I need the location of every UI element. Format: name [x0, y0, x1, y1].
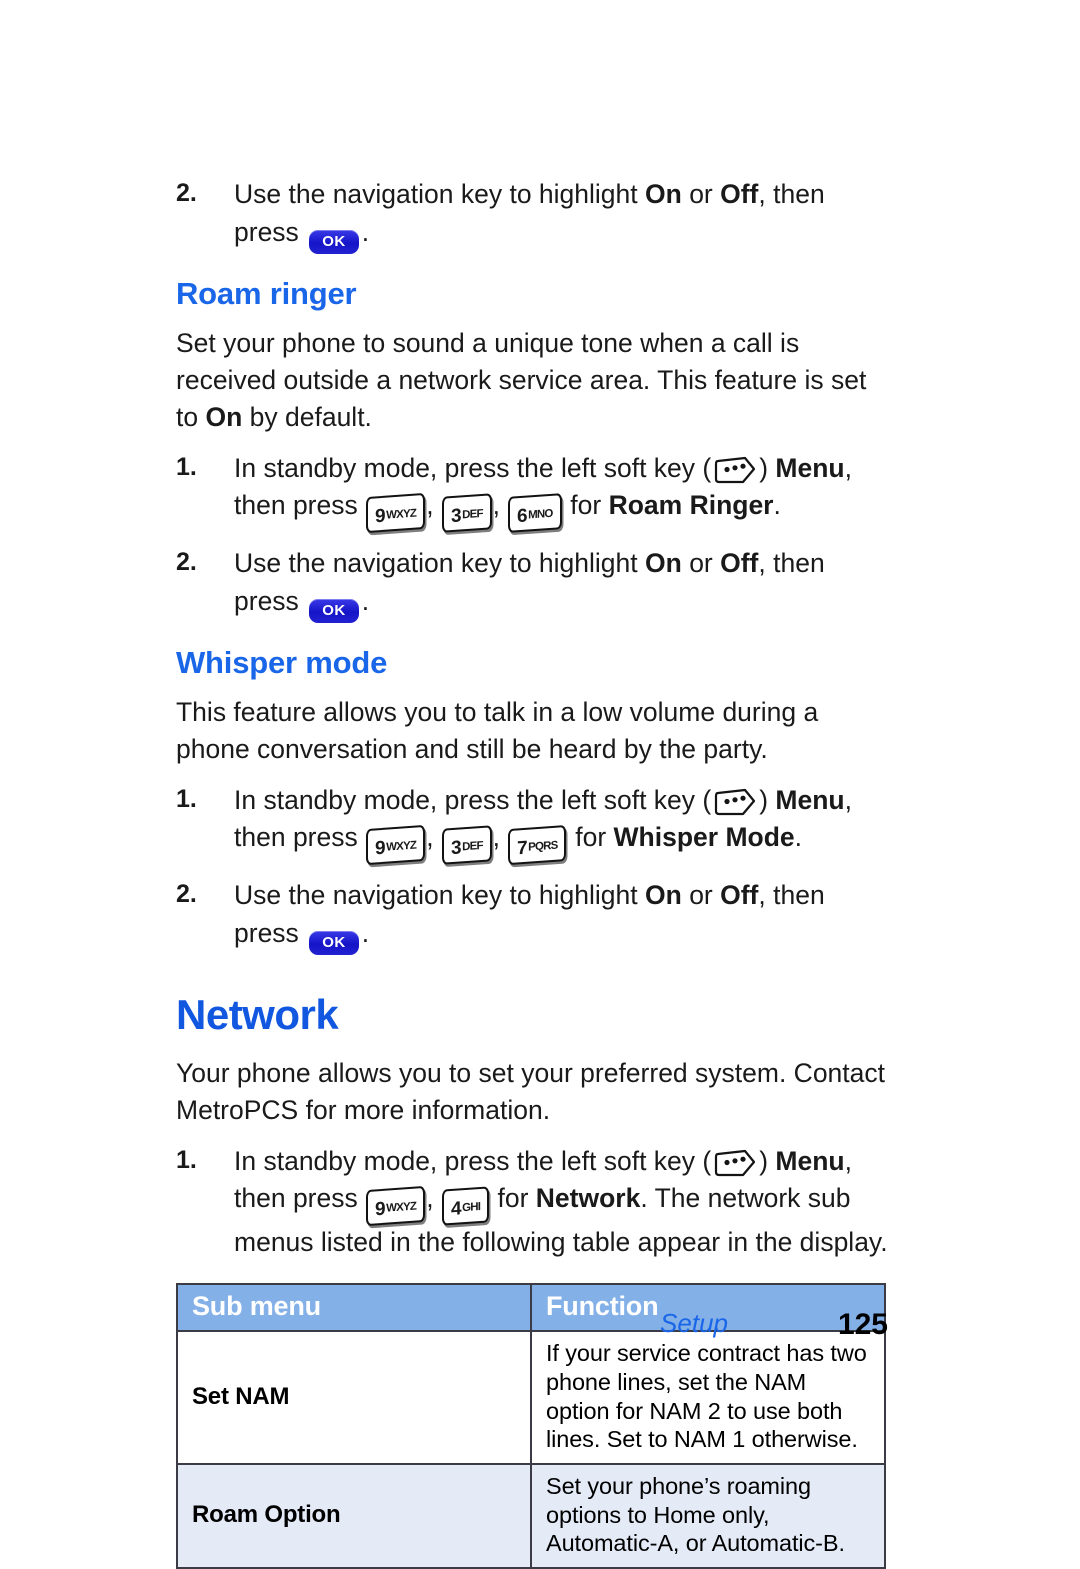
step-number: 1. [176, 1145, 197, 1174]
soft-key-icon [712, 455, 758, 486]
step-number: 1. [176, 452, 197, 481]
keypad-key-icon: 9WXYZ [366, 493, 426, 533]
key-letters: DEF [462, 840, 483, 854]
page-content: 2. Use the navigation key to highlight On… [176, 162, 888, 1569]
step-period: . [361, 585, 370, 616]
bold-off: Off [720, 179, 759, 209]
ok-key-icon: OK [309, 229, 359, 254]
keypad-key-icon: 4GHI [441, 1186, 490, 1226]
paragraph-roam-ringer: Set your phone to sound a unique tone wh… [176, 325, 888, 435]
step-text: In standby mode, press the left soft key… [234, 452, 712, 483]
bold-on: On [645, 879, 682, 910]
keypad-key-icon: 3DEF [441, 825, 492, 865]
key-digit: 9 [375, 1198, 386, 1221]
footer-chapter-name: Setup [660, 1308, 728, 1338]
bold-menu: Menu [775, 1145, 845, 1176]
bold-target: Whisper Mode [613, 822, 795, 853]
bold-target: Roam Ringer [608, 490, 774, 521]
step-number: 2. [176, 547, 197, 576]
heading-whisper-mode: Whisper mode [176, 644, 388, 680]
step-text-or: or [681, 179, 721, 209]
step-for-text: for [570, 490, 609, 521]
step-period: . [361, 216, 370, 247]
step-for-text: for [497, 1183, 536, 1214]
step-item: 2. Use the navigation key to highlight On… [176, 545, 888, 623]
bold-menu: Menu [775, 452, 845, 483]
step-item: 2. Use the navigation key to highlight On… [176, 176, 888, 254]
step-for-text: for [575, 822, 614, 853]
bold-off: Off [720, 879, 759, 910]
heading-network: Network [176, 990, 339, 1038]
paragraph-bold-on: On [205, 401, 243, 432]
step-number: 2. [176, 179, 197, 207]
key-letters: WXYZ [386, 1200, 417, 1215]
key-digit: 9 [375, 506, 386, 528]
soft-key-icon [712, 1148, 758, 1179]
heading-roam-ringer: Roam ringer [176, 275, 357, 311]
footer-page-number: 125 [837, 1308, 888, 1341]
step-period: . [361, 917, 370, 948]
paragraph-network: Your phone allows you to set your prefer… [176, 1057, 886, 1125]
step-number: 2. [176, 879, 197, 908]
step-number: 1. [176, 784, 197, 813]
key-digit: 3 [450, 505, 462, 528]
step-item: 1. In standby mode, press the left soft k… [176, 782, 888, 865]
step-text: In standby mode, press the left soft key… [234, 784, 712, 815]
cell-sub-menu: Set NAM [176, 1330, 532, 1465]
step-text: In standby mode, press the left soft key… [234, 1145, 712, 1176]
step-period: . [794, 822, 803, 853]
key-digit: 7 [517, 838, 528, 860]
key-letters: DEF [462, 508, 483, 522]
step-period: . [773, 490, 781, 521]
step-item: 1. In standby mode, press the left soft k… [176, 450, 888, 533]
table-row: Roam Option Set your phone’s roaming opt… [176, 1462, 886, 1569]
bold-off: Off [720, 547, 759, 578]
cell-sub-menu: Roam Option [176, 1462, 532, 1569]
cell-function: If your service contract has two phone l… [530, 1330, 886, 1465]
bold-menu: Menu [775, 784, 845, 815]
step-text-after-icon: ) [759, 452, 776, 483]
table-row: Set NAM If your service contract has two… [176, 1330, 886, 1465]
key-letters: PQRS [528, 840, 558, 855]
key-letters: GHI [462, 1201, 481, 1215]
step-text: Use the navigation key to highlight [234, 547, 646, 578]
step-text-after-icon: ) [759, 784, 776, 815]
step-text: Use the navigation key to highlight [234, 879, 646, 910]
step-item: 1. In standby mode, press the left soft k… [176, 1143, 888, 1262]
step-text: Use the navigation key to highlight [234, 179, 646, 209]
keypad-key-icon: 7PQRS [508, 825, 567, 865]
bold-on: On [645, 547, 682, 578]
bold-target: Network [535, 1183, 641, 1214]
keypad-key-icon: 3DEF [441, 493, 492, 533]
key-letters: WXYZ [386, 839, 417, 855]
key-letters: WXYZ [386, 507, 417, 523]
keypad-key-icon: 9WXYZ [366, 825, 426, 865]
keypad-key-icon: 6MNO [508, 493, 562, 533]
step-item: 2. Use the navigation key to highlight On… [176, 877, 888, 955]
manual-page: 2. Use the navigation key to highlight On… [0, 0, 1080, 1569]
ok-key-icon: OK [309, 598, 359, 623]
page-footer: Setup 125 [176, 1308, 888, 1348]
bold-on: On [645, 179, 682, 209]
key-digit: 6 [517, 505, 528, 528]
cell-function: Set your phone’s roaming options to Home… [530, 1462, 886, 1569]
step-text-after-icon: ) [759, 1145, 776, 1176]
ok-key-icon: OK [309, 930, 359, 955]
key-digit: 3 [450, 837, 462, 860]
key-digit: 4 [450, 1198, 462, 1221]
soft-key-icon [712, 787, 758, 818]
paragraph-whisper-mode: This feature allows you to talk in a low… [176, 697, 819, 764]
step-text-or: or [681, 879, 721, 910]
keypad-key-icon: 9WXYZ [366, 1186, 426, 1226]
key-letters: MNO [528, 508, 553, 522]
paragraph-tail: by default. [242, 401, 372, 432]
step-text-or: or [681, 547, 721, 578]
key-digit: 9 [375, 838, 386, 860]
